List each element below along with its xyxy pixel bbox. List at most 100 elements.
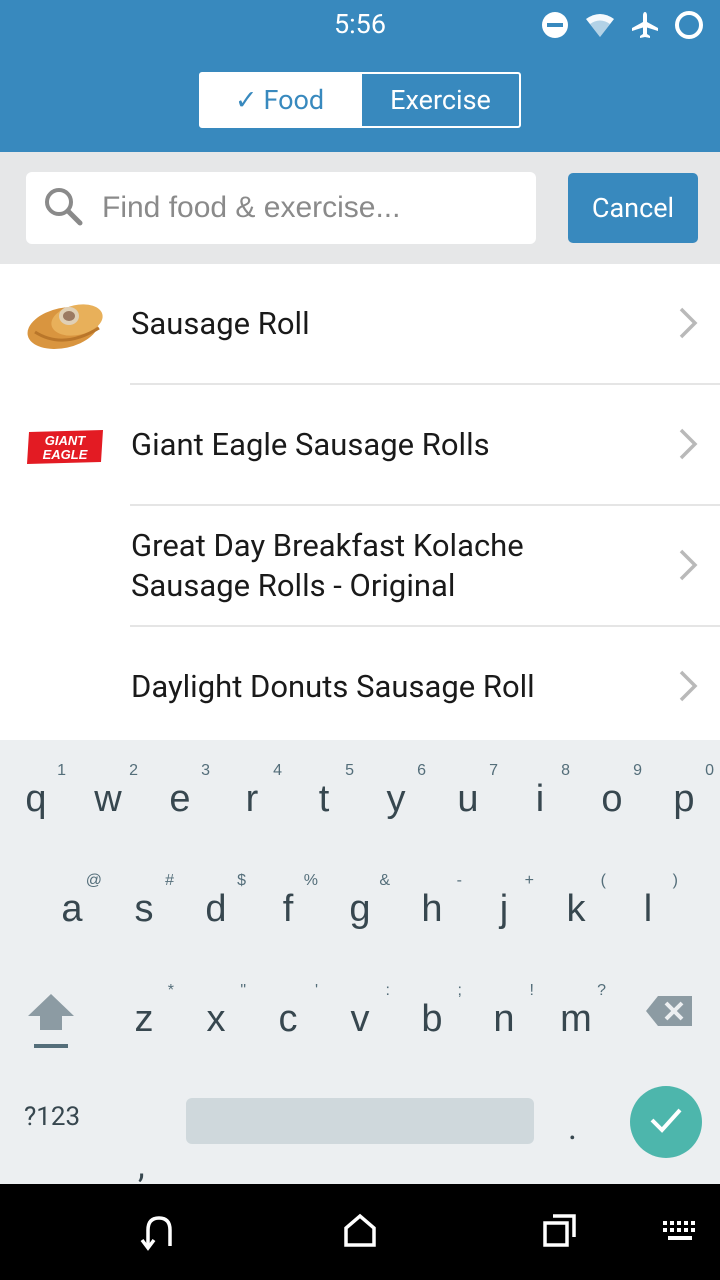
tab-food[interactable]: ✓ Food — [199, 72, 360, 128]
key-v[interactable]: :v — [324, 968, 396, 1068]
key-letter: f — [282, 888, 294, 930]
key-w[interactable]: 2w — [72, 748, 144, 848]
done-button[interactable] — [630, 1086, 702, 1158]
key-letter: d — [205, 888, 227, 930]
key-h[interactable]: -h — [396, 858, 468, 958]
list-item[interactable]: Daylight Donuts Sausage Roll — [0, 627, 720, 740]
result-label-line1: Great Day Breakfast Kolache — [131, 526, 524, 564]
key-letter: m — [560, 998, 592, 1040]
search-input[interactable] — [102, 191, 502, 225]
key-letter: b — [421, 998, 443, 1040]
comma-key[interactable]: , — [138, 1146, 145, 1186]
key-letter: w — [94, 778, 122, 820]
key-letter: r — [245, 778, 259, 820]
search-icon — [26, 185, 84, 231]
key-m[interactable]: ? m — [540, 968, 612, 1068]
key-letter: q — [25, 778, 47, 820]
backspace-icon[interactable] — [644, 994, 694, 1032]
wifi-icon — [584, 11, 616, 39]
keyboard-switch-icon[interactable] — [662, 1220, 698, 1248]
key-p[interactable]: 0p — [648, 748, 720, 848]
app-header: 5:56 ✓ Food Exercise — [0, 0, 720, 152]
recent-apps-icon[interactable] — [542, 1212, 578, 1252]
keyboard-row-2: @ a # s $ d% f & g - h + j(k) l — [0, 858, 720, 958]
list-item[interactable]: Great Day Breakfast Kolache Sausage Roll… — [0, 506, 720, 627]
key-letter: h — [421, 888, 443, 930]
key-letter: n — [493, 998, 515, 1040]
do-not-disturb-icon — [540, 10, 570, 40]
key-y[interactable]: 6y — [360, 748, 432, 848]
space-bar[interactable] — [186, 1098, 534, 1144]
key-letter: g — [349, 888, 371, 930]
key-g[interactable]: & g — [324, 858, 396, 958]
key-k[interactable]: (k — [540, 858, 612, 958]
key-letter: k — [566, 888, 586, 930]
key-e[interactable]: 3e — [144, 748, 216, 848]
key-x[interactable]: " x — [180, 968, 252, 1068]
shift-icon[interactable] — [26, 990, 76, 1058]
result-label: Sausage Roll — [131, 304, 310, 342]
key-a[interactable]: @ a — [36, 858, 108, 958]
key-n[interactable]: ! n — [468, 968, 540, 1068]
checkmark-icon — [648, 1106, 684, 1138]
key-f[interactable]: % f — [252, 858, 324, 958]
giant-eagle-logo-text-2: EAGLE — [43, 447, 88, 462]
results-list: Sausage Roll GIANT EAGLE Giant Eagle Sau… — [0, 264, 720, 740]
key-u[interactable]: 7u — [432, 748, 504, 848]
food-exercise-toggle: ✓ Food Exercise — [199, 72, 521, 128]
key-i[interactable]: 8i — [504, 748, 576, 848]
chevron-right-icon — [678, 669, 698, 707]
result-label: Great Day Breakfast Kolache Sausage Roll… — [131, 506, 651, 625]
giant-eagle-logo: GIANT EAGLE — [25, 429, 105, 469]
key-letter: l — [643, 888, 653, 930]
tab-exercise[interactable]: Exercise — [360, 72, 521, 128]
result-label-line2: Sausage Rolls - Original — [131, 566, 456, 604]
key-z[interactable]: * z — [108, 968, 180, 1068]
key-o[interactable]: 9o — [576, 748, 648, 848]
sausage-roll-thumbnail — [25, 292, 107, 358]
cancel-button[interactable]: Cancel — [568, 173, 698, 243]
tab-food-label: Food — [263, 84, 325, 116]
key-j[interactable]: + j — [468, 858, 540, 958]
system-nav-bar — [0, 1184, 720, 1280]
key-letter: s — [134, 888, 154, 930]
key-letter: u — [457, 778, 479, 820]
chevron-right-icon — [678, 427, 698, 465]
key-l[interactable]: ) l — [612, 858, 684, 958]
key-d[interactable]: $ d — [180, 858, 252, 958]
list-item[interactable]: Sausage Roll — [0, 264, 720, 385]
giant-eagle-logo-text-1: GIANT — [45, 433, 87, 448]
chevron-right-icon — [678, 548, 698, 586]
key-letter: e — [169, 778, 191, 820]
key-letter: z — [134, 998, 154, 1040]
key-letter: c — [278, 998, 298, 1040]
key-q[interactable]: 1q — [0, 748, 72, 848]
key-letter: j — [499, 888, 509, 930]
result-label: Giant Eagle Sausage Rolls — [131, 425, 490, 463]
keyboard-row-3: * z " x ' c: v; b! n? m — [0, 968, 720, 1068]
key-s[interactable]: # s — [108, 858, 180, 958]
key-b[interactable]: ; b — [396, 968, 468, 1068]
home-icon[interactable] — [342, 1212, 378, 1252]
symbols-key[interactable]: ?123 — [24, 1102, 80, 1132]
chevron-right-icon — [678, 306, 698, 344]
key-r[interactable]: 4r — [216, 748, 288, 848]
key-letter: x — [206, 998, 226, 1040]
search-bar: Cancel — [0, 152, 720, 264]
tab-exercise-label: Exercise — [390, 84, 491, 116]
search-box[interactable] — [26, 172, 536, 244]
keyboard-row-1: 1q2w3e4r5t6y7u8i9o0p — [0, 748, 720, 848]
checkmark-icon: ✓ — [234, 84, 258, 116]
key-letter: p — [673, 778, 695, 820]
period-key[interactable]: . — [568, 1108, 577, 1148]
list-item[interactable]: GIANT EAGLE Giant Eagle Sausage Rolls — [0, 385, 720, 506]
battery-charging-icon — [674, 10, 704, 40]
key-c[interactable]: ' c — [252, 968, 324, 1068]
airplane-mode-icon — [630, 10, 660, 40]
key-letter: a — [61, 888, 83, 930]
soft-keyboard: 1q2w3e4r5t6y7u8i9o0p @ a # s $ d% f & g - h + j(k) l … — [0, 740, 720, 1186]
key-letter: y — [386, 778, 406, 820]
key-letter: v — [350, 998, 370, 1040]
key-t[interactable]: 5t — [288, 748, 360, 848]
back-icon[interactable] — [140, 1212, 178, 1256]
